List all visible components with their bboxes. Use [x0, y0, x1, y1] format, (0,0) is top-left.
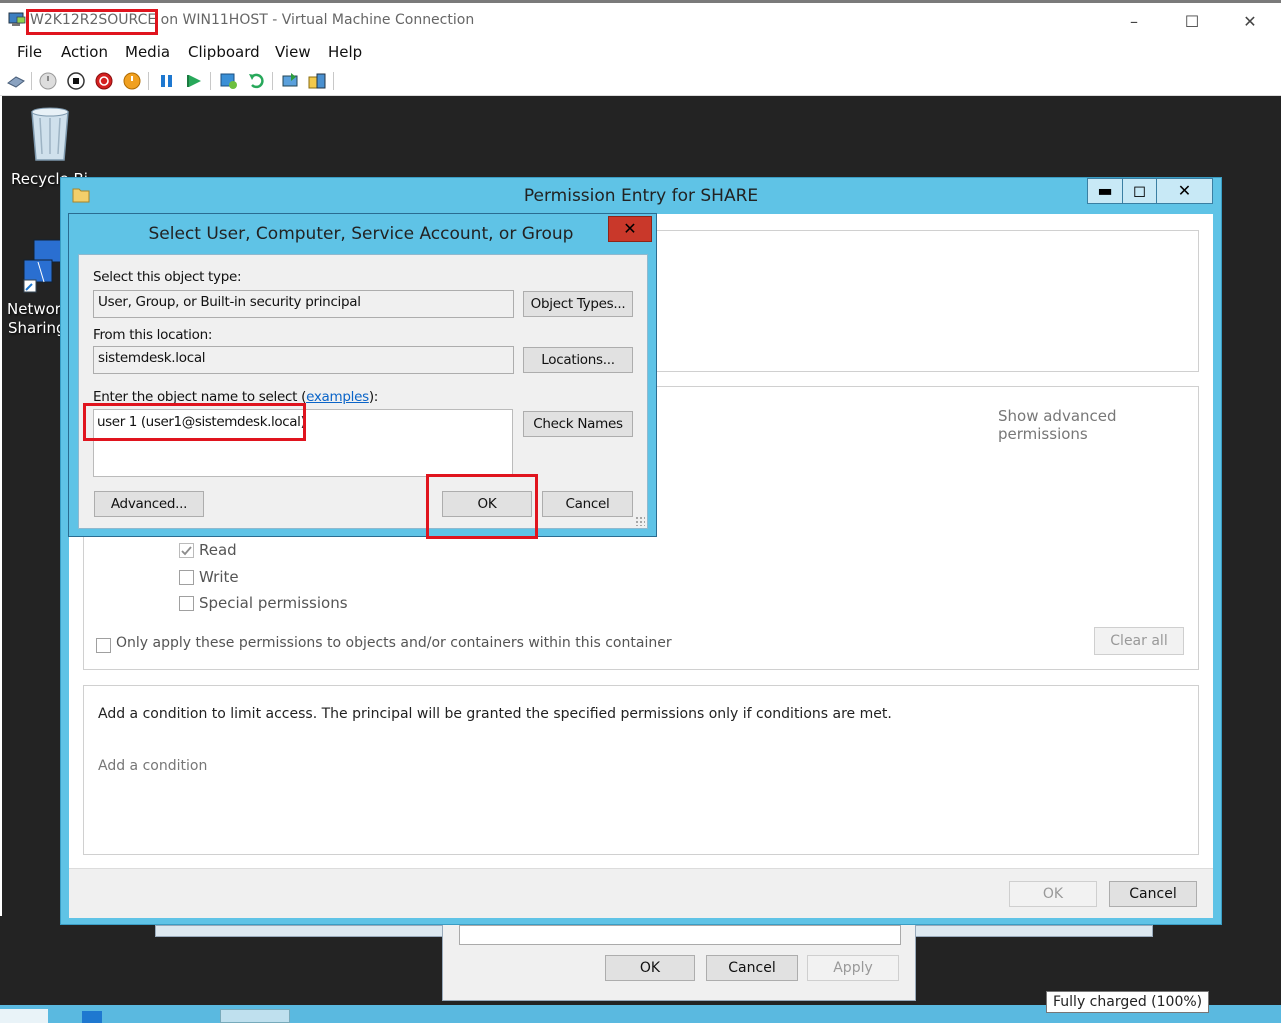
read-label: Read: [199, 541, 237, 559]
enter-label-suffix: ):: [368, 389, 379, 405]
host-title-bar: W2K12R2SOURCE on WIN11HOST - Virtual Mac…: [0, 0, 1281, 38]
object-name-highlight-box: [83, 403, 306, 441]
recycle-bin-icon[interactable]: [26, 104, 74, 164]
object-types-button[interactable]: Object Types...: [523, 291, 633, 317]
taskbar-explorer-button[interactable]: [220, 1009, 290, 1023]
special-permissions-checkbox[interactable]: [179, 596, 194, 611]
perm-ok-button[interactable]: OK: [1009, 881, 1097, 907]
condition-description: Add a condition to limit access. The pri…: [98, 706, 892, 722]
locations-button[interactable]: Locations...: [523, 347, 633, 373]
permission-entry-title: Permission Entry for SHARE: [523, 186, 759, 206]
perm-maximize-button[interactable]: ◻: [1122, 179, 1156, 203]
examples-link[interactable]: examples: [306, 389, 369, 405]
enhanced-session-icon[interactable]: [281, 71, 301, 91]
perm-minimize-button[interactable]: ▬: [1088, 179, 1122, 203]
background-apply-button[interactable]: Apply: [807, 955, 899, 981]
background-cancel-button[interactable]: Cancel: [706, 955, 798, 981]
start-button[interactable]: [0, 1009, 48, 1023]
select-cancel-button[interactable]: Cancel: [542, 491, 633, 517]
start-icon[interactable]: [38, 71, 58, 91]
read-checkbox[interactable]: [179, 543, 194, 558]
location-label: From this location:: [93, 327, 213, 343]
virtual-machine-icon: [8, 12, 26, 26]
menu-bar: File Action Media Clipboard View Help: [0, 38, 1281, 66]
toolbar: [0, 66, 1281, 96]
menu-view[interactable]: View: [275, 43, 311, 61]
vm-name-highlight-box: [26, 9, 158, 35]
ok-button-highlight-box: [426, 474, 538, 539]
maximize-button[interactable]: ☐: [1172, 9, 1212, 35]
menu-action[interactable]: Action: [61, 43, 108, 61]
clear-all-button[interactable]: Clear all: [1094, 627, 1184, 655]
background-properties-dialog: OK Cancel Apply: [442, 925, 916, 1001]
permission-window-controls: ▬ ◻ ✕: [1087, 178, 1213, 204]
battery-tooltip: Fully charged (100%): [1046, 991, 1210, 1013]
menu-help[interactable]: Help: [328, 43, 362, 61]
select-user-dialog-body: Select this object type: User, Group, or…: [78, 254, 648, 529]
revert-icon[interactable]: [247, 71, 267, 91]
share-icon[interactable]: [307, 71, 327, 91]
menu-file[interactable]: File: [17, 43, 42, 61]
shut-down-icon[interactable]: [94, 71, 114, 91]
special-permissions-label: Special permissions: [199, 594, 348, 612]
object-type-field: User, Group, or Built-in security princi…: [93, 290, 514, 318]
desktop-edge: [0, 96, 2, 916]
pause-icon[interactable]: [157, 71, 177, 91]
toolbar-separator: [333, 72, 334, 90]
background-input-field: [459, 925, 901, 945]
resume-icon[interactable]: [185, 71, 205, 91]
select-user-dialog: Select User, Computer, Service Account, …: [68, 213, 657, 537]
toolbar-separator: [272, 72, 273, 90]
only-apply-checkbox[interactable]: [96, 638, 111, 653]
menu-clipboard[interactable]: Clipboard: [188, 43, 260, 61]
show-advanced-permissions-link[interactable]: Show advanced permissions: [998, 407, 1198, 443]
perm-cancel-button[interactable]: Cancel: [1109, 881, 1197, 907]
toolbar-separator: [31, 72, 32, 90]
permission-entry-footer: OK Cancel: [69, 868, 1213, 918]
check-names-button[interactable]: Check Names: [523, 411, 633, 437]
menu-media[interactable]: Media: [125, 43, 170, 61]
object-type-label: Select this object type:: [93, 269, 242, 285]
turn-off-icon[interactable]: [66, 71, 86, 91]
toolbar-separator: [210, 72, 211, 90]
background-ok-button[interactable]: OK: [605, 955, 695, 981]
write-checkbox[interactable]: [179, 570, 194, 585]
checkpoint-icon[interactable]: [219, 71, 239, 91]
save-state-icon[interactable]: [122, 71, 142, 91]
select-user-dialog-title: Select User, Computer, Service Account, …: [148, 224, 574, 244]
perm-close-button[interactable]: ✕: [1156, 179, 1212, 203]
checkmark-icon: [181, 546, 192, 556]
write-label: Write: [199, 568, 239, 586]
taskbar-server-manager-icon[interactable]: [82, 1011, 102, 1023]
add-condition-link[interactable]: Add a condition: [98, 758, 207, 774]
network-sharing-label-2: Sharing: [8, 319, 66, 337]
network-sharing-label-1: Networl: [7, 300, 66, 318]
advanced-button[interactable]: Advanced...: [94, 491, 204, 517]
only-apply-label: Only apply these permissions to objects …: [116, 635, 672, 651]
condition-panel: Add a condition to limit access. The pri…: [83, 685, 1199, 855]
host-title-rest: on WIN11HOST - Virtual Machine Connectio…: [156, 12, 475, 28]
close-button[interactable]: ✕: [1230, 9, 1270, 35]
minimize-button[interactable]: –: [1114, 9, 1154, 35]
select-dialog-close-button[interactable]: ✕: [608, 216, 652, 242]
toolbar-separator: [148, 72, 149, 90]
resize-grip[interactable]: [635, 516, 645, 526]
ctrl-alt-del-icon[interactable]: [6, 71, 26, 91]
location-field: sistemdesk.local: [93, 346, 514, 374]
